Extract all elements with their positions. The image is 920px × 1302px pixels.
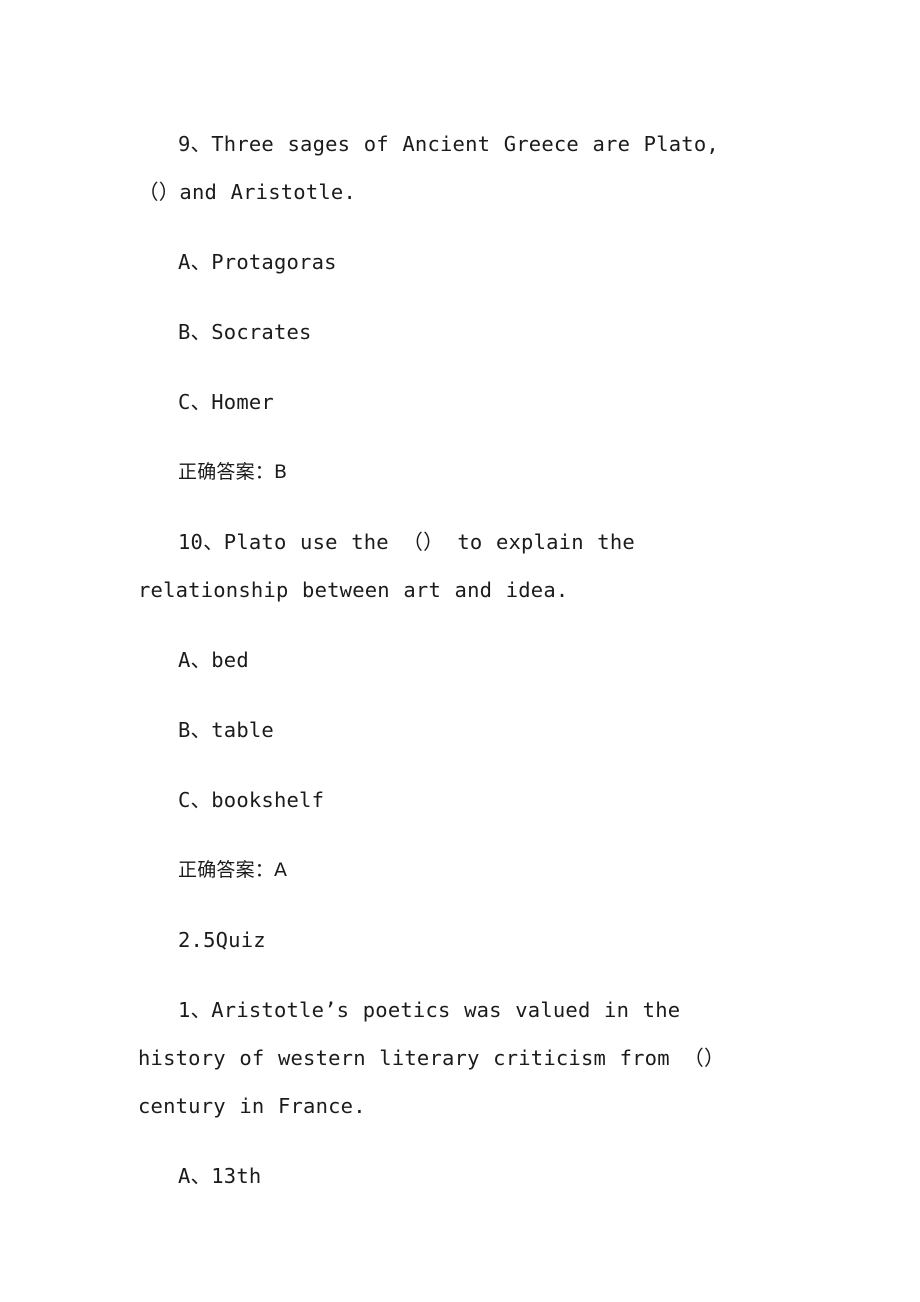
question-1: 1、Aristotle’s poetics was valued in the … xyxy=(138,998,725,1118)
question-10-option-c: C、bookshelf xyxy=(178,788,325,812)
question-10-option-b: B、table xyxy=(178,718,274,742)
question-9-option-b: B、Socrates xyxy=(178,320,312,344)
question-9-option-c: C、Homer xyxy=(178,390,274,414)
document-text-body: 9、Three sages of Ancient Greece are Plat… xyxy=(138,120,748,1222)
question-9-option-a: A、Protagoras xyxy=(178,250,337,274)
document-page: 9、Three sages of Ancient Greece are Plat… xyxy=(0,0,920,1302)
question-9: 9、Three sages of Ancient Greece are Plat… xyxy=(138,132,719,204)
question-10-option-a: A、bed xyxy=(178,648,249,672)
section-heading-2-5-quiz: 2.5Quiz xyxy=(178,928,266,952)
question-9-answer: 正确答案：B xyxy=(178,461,288,483)
question-10: 10、Plato use the （） to explain the relat… xyxy=(138,530,635,602)
question-10-answer: 正确答案：A xyxy=(178,859,288,881)
question-1-option-a: A、13th xyxy=(178,1164,262,1188)
